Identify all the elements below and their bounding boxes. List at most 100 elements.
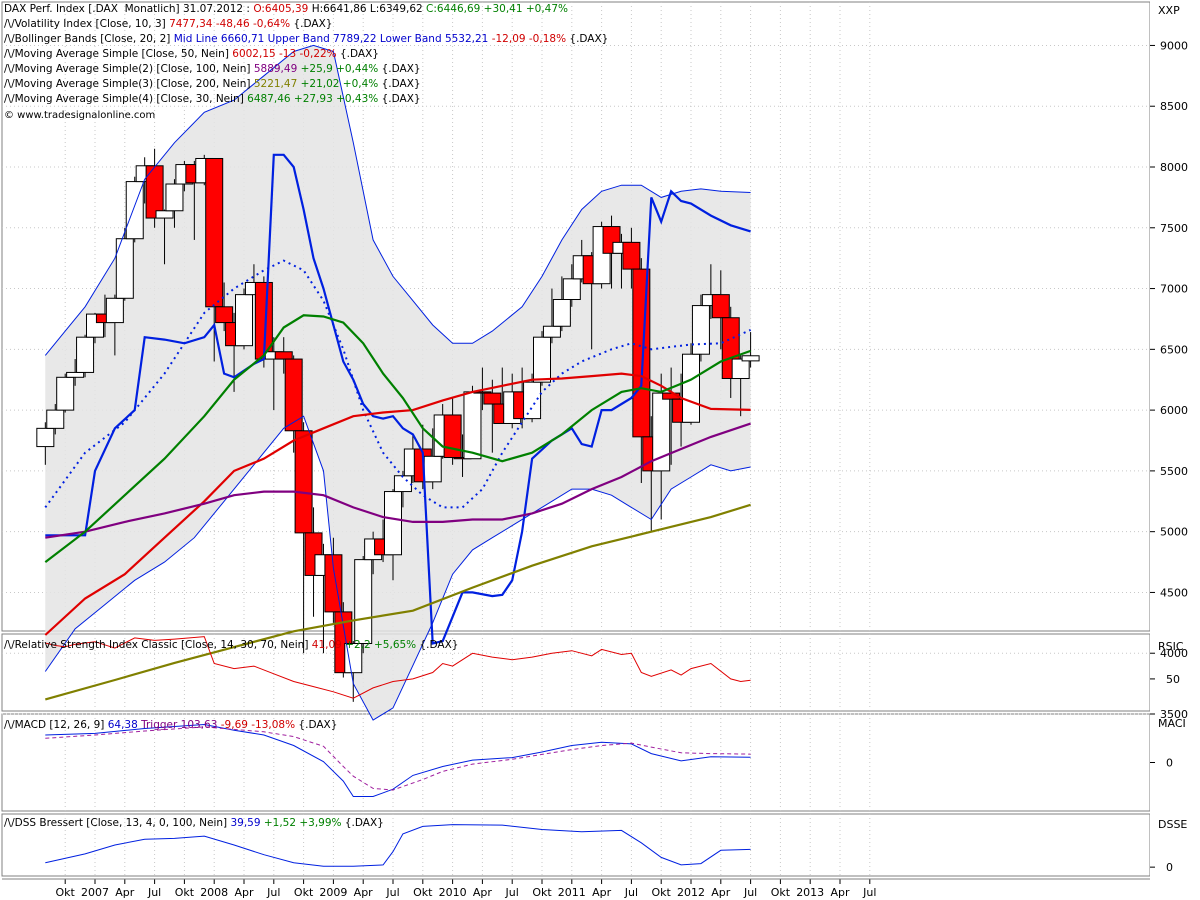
candle-body <box>692 306 709 355</box>
legend-item-part: /\/Moving Average Simple [Close, 50, Nei… <box>4 48 232 60</box>
candle <box>464 386 481 459</box>
x-tick-label: Jul <box>385 886 399 899</box>
price-header: DAX Perf. Index [.DAX Monatlich] 31.07.2… <box>4 2 608 17</box>
y-tick-label: 5500 <box>1160 465 1188 478</box>
y-tick-label: 8000 <box>1160 161 1188 174</box>
candle-body <box>206 158 223 306</box>
macd-y-tick-label: 0 <box>1166 757 1173 770</box>
legend-item: /\/Bollinger Bands [Close, 20, 2] Mid Li… <box>4 32 608 47</box>
legend-item-part: /\/Volatility Index [Close, 10, 3] <box>4 18 169 30</box>
x-tick-label: Apr <box>592 886 612 899</box>
candle-body <box>106 298 123 322</box>
legend-item-part: /\/Moving Average Simple(4) [Close, 30, … <box>4 93 247 105</box>
macd-legend-part: 64,38 <box>108 719 138 731</box>
x-tick-label: Apr <box>473 886 493 899</box>
dss-y-tick-label: 0 <box>1166 861 1173 874</box>
x-tick-label: Jul <box>743 886 757 899</box>
candle-body <box>464 392 481 459</box>
y-tick-label: 8500 <box>1160 100 1188 113</box>
x-tick-label: 2013 <box>796 886 824 899</box>
candle-body <box>285 359 302 431</box>
rsi-legend-part: 41,09 <box>312 639 342 651</box>
candle <box>236 289 253 350</box>
x-tick-label: Jul <box>147 886 161 899</box>
macd-legend-part: -9,69 -13,08% <box>217 719 295 731</box>
x-tick-label: Okt <box>532 886 552 899</box>
dss-legend-part: /\/DSS Bressert [Close, 13, 4, 0, 100, N… <box>4 817 230 829</box>
x-tick-label: Okt <box>56 886 76 899</box>
x-tick-label: Apr <box>234 886 254 899</box>
legend-item-part: +21,02 +0,4% <box>297 78 378 90</box>
x-tick-label: Okt <box>413 886 433 899</box>
x-tick-label: 2010 <box>439 886 467 899</box>
price-header-part: H:6641,86 L:6349,62 <box>308 3 426 15</box>
legend-item-part: {.DAX} <box>378 63 420 75</box>
candle-body <box>37 428 54 446</box>
legend-item-part: +25,9 +0,44% <box>297 63 378 75</box>
candle-body <box>275 352 292 359</box>
candle-body <box>444 415 461 458</box>
legend-item-part: /\/Bollinger Bands [Close, 20, 2] <box>4 33 174 45</box>
y-tick-label: 6500 <box>1160 343 1188 356</box>
dss-legend-part: +1,52 +3,99% <box>261 817 342 829</box>
candle-body <box>355 560 372 644</box>
x-tick-label: Apr <box>354 886 374 899</box>
x-tick-label: Apr <box>830 886 850 899</box>
price-header-part: C:6446,69 +30,41 +0,47% <box>426 3 568 15</box>
candle-body <box>385 492 402 555</box>
y-tick-label: 9000 <box>1160 39 1188 52</box>
candle <box>534 331 551 386</box>
rsi-legend-part: /\/Relative Strength Index Classic [Clos… <box>4 639 312 651</box>
rsi-y-tick-label: 50 <box>1166 673 1180 686</box>
x-tick-label: Jul <box>862 886 876 899</box>
chart-legend: DAX Perf. Index [.DAX Monatlich] 31.07.2… <box>4 2 608 107</box>
candle-body <box>633 269 650 437</box>
legend-item-part: {.DAX} <box>378 78 420 90</box>
legend-item-part: {.DAX} <box>337 48 379 60</box>
x-tick-label: Okt <box>294 886 314 899</box>
legend-item: /\/Volatility Index [Close, 10, 3] 7477,… <box>4 17 608 32</box>
legend-item-part: /\/Moving Average Simple(2) [Close, 100,… <box>4 63 254 75</box>
legend-item-part: 5221,47 <box>254 78 297 90</box>
legend-item-part: /\/Moving Average Simple(3) [Close, 200,… <box>4 78 254 90</box>
candle-body <box>553 299 570 326</box>
candle-body <box>216 307 233 323</box>
x-tick-label: 2007 <box>81 886 109 899</box>
main-panel-label: XXP <box>1158 4 1180 17</box>
macd-panel-label: MACI <box>1158 717 1186 730</box>
source-credit: © www.tradesignalonline.com <box>4 110 155 121</box>
x-tick-label: Okt <box>771 886 791 899</box>
candle-body <box>47 410 64 428</box>
price-header-part: DAX Perf. Index [.DAX Monatlich] 31.07.2… <box>4 3 253 15</box>
x-tick-label: 2008 <box>200 886 228 899</box>
legend-item: /\/Moving Average Simple(4) [Close, 30, … <box>4 92 608 107</box>
legend-item-part: 5889,49 <box>254 63 297 75</box>
candle <box>57 374 74 413</box>
macd-legend-part: Trigger 103,63 <box>138 719 218 731</box>
candle-body <box>236 295 253 346</box>
y-tick-label: 6000 <box>1160 404 1188 417</box>
legend-item-part: 7477,34 -48,46 -0,64% <box>169 18 290 30</box>
candle-body <box>742 356 759 361</box>
x-tick-label: 2009 <box>319 886 347 899</box>
y-tick-label: 7000 <box>1160 283 1188 296</box>
legend-item-part: Mid Line 6660,71 Upper Band 7789,22 Lowe… <box>174 33 489 45</box>
y-tick-label: 7500 <box>1160 222 1188 235</box>
dss-panel-label: DSSE <box>1158 818 1187 831</box>
candle-body <box>424 456 441 482</box>
legend-item-part: 6487,46 +27,93 +0,43% <box>247 93 378 105</box>
dss-legend-part: 39,59 <box>230 817 260 829</box>
x-tick-label: 2012 <box>677 886 705 899</box>
x-tick-label: Jul <box>624 886 638 899</box>
macd-legend-part: /\/MACD [12, 26, 9] <box>4 719 108 731</box>
candle-body <box>295 431 312 533</box>
y-tick-label: 5000 <box>1160 526 1188 539</box>
candle-body <box>732 359 749 378</box>
candle <box>683 343 700 424</box>
legend-item: /\/Moving Average Simple(2) [Close, 100,… <box>4 62 608 77</box>
legend-item-part: {.DAX} <box>566 33 608 45</box>
legend-item: /\/Moving Average Simple [Close, 50, Nei… <box>4 47 608 62</box>
candle-body <box>623 242 640 269</box>
candle-body <box>683 354 700 422</box>
candle-body <box>534 337 551 382</box>
